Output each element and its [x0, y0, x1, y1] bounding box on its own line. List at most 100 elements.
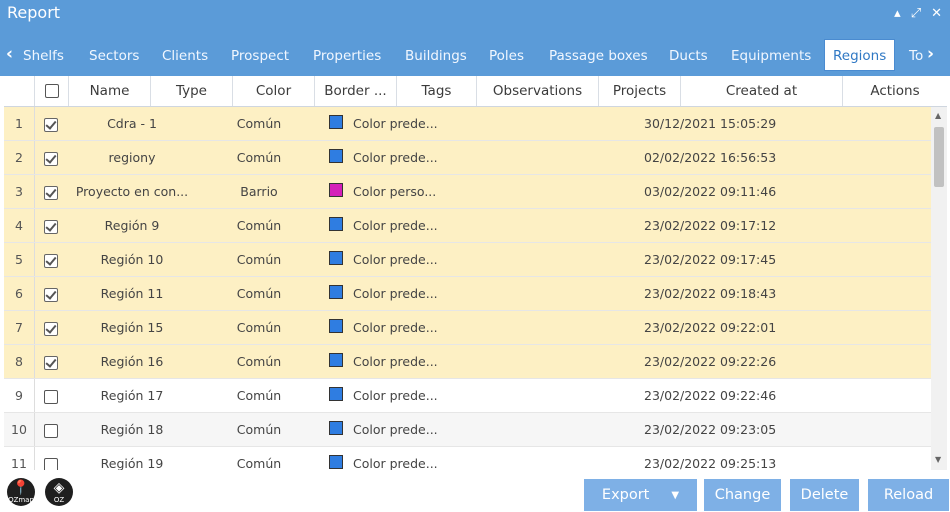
header-created-at[interactable]: Created at: [680, 76, 842, 106]
scroll-down-icon[interactable]: ▼: [935, 455, 941, 464]
table-row[interactable]: 8 Región 16 Común Color prede... 23/02/2…: [4, 345, 931, 379]
table-row[interactable]: 7 Región 15 Común Color prede... 23/02/2…: [4, 311, 931, 345]
border-color: Color prede...: [329, 311, 449, 344]
region-type: Común: [236, 150, 282, 165]
map-pin-icon: 📍: [12, 480, 30, 496]
row-checkbox[interactable]: [34, 447, 68, 470]
row-checkbox[interactable]: [34, 175, 68, 208]
header-observations[interactable]: Observations: [476, 76, 598, 106]
border-color: Color prede...: [329, 379, 449, 412]
title-bar: Report ▴ ⤢ ✕: [0, 0, 950, 30]
border-color: Color prede...: [329, 107, 449, 140]
header-row-number: [4, 76, 34, 106]
region-type: Común: [236, 286, 282, 301]
tab-clients[interactable]: Clients: [162, 48, 208, 64]
region-name: Región 19: [100, 456, 164, 470]
header-projects[interactable]: Projects: [598, 76, 680, 106]
tab-passage-boxes[interactable]: Passage boxes: [549, 48, 648, 64]
tab-sectors[interactable]: Sectors: [89, 48, 139, 64]
border-color: Color prede...: [329, 413, 449, 446]
table-row[interactable]: 6 Región 11 Común Color prede... 23/02/2…: [4, 277, 931, 311]
table-row[interactable]: 1 Cdra - 1 Común Color prede... 30/12/20…: [4, 107, 931, 141]
vertical-scrollbar[interactable]: ▲ ▼: [931, 107, 947, 470]
table-row[interactable]: 2 regiony Común Color prede... 02/02/202…: [4, 141, 931, 175]
region-name: Región 16: [100, 354, 164, 369]
created-at: 30/12/2021 15:05:29: [644, 116, 777, 131]
tab-equipments[interactable]: Equipments: [731, 48, 811, 64]
table-row[interactable]: 9 Región 17 Común Color prede... 23/02/2…: [4, 379, 931, 413]
footer: 📍 OZmap ◈ OZ Export ▼ Change Delete Reloa…: [0, 470, 950, 511]
reload-button[interactable]: Reload: [868, 479, 949, 511]
region-name: Región 9: [104, 218, 160, 233]
tab-prospect[interactable]: Prospect: [231, 48, 289, 64]
chevron-down-icon[interactable]: ▼: [671, 480, 679, 512]
created-at: 23/02/2022 09:22:46: [644, 388, 777, 403]
region-name: Región 11: [100, 286, 164, 301]
region-type: Común: [236, 388, 282, 403]
row-checkbox[interactable]: [34, 413, 68, 446]
tab-regions[interactable]: Regions: [824, 39, 896, 71]
row-checkbox[interactable]: [34, 209, 68, 242]
row-number: 10: [4, 413, 35, 446]
scroll-thumb[interactable]: [934, 127, 944, 187]
region-name: Región 15: [100, 320, 164, 335]
row-number: 1: [4, 107, 35, 140]
row-number: 6: [4, 277, 35, 310]
border-color: Color prede...: [329, 141, 449, 174]
header-name[interactable]: Name: [68, 76, 150, 106]
select-all-checkbox[interactable]: [44, 84, 59, 98]
created-at: 23/02/2022 09:22:26: [644, 354, 777, 369]
row-checkbox[interactable]: [34, 345, 68, 378]
header-select-all[interactable]: [34, 76, 68, 106]
region-type: Común: [236, 320, 282, 335]
export-button[interactable]: Export ▼: [584, 479, 697, 511]
region-name: regiony: [108, 150, 156, 165]
tab-buildings[interactable]: Buildings: [405, 48, 467, 64]
change-button[interactable]: Change: [704, 479, 781, 511]
tab-to[interactable]: To: [909, 48, 923, 64]
delete-button[interactable]: Delete: [790, 479, 859, 511]
header-type[interactable]: Type: [150, 76, 232, 106]
border-color: Color prede...: [329, 447, 449, 470]
ozmap-logo[interactable]: 📍 OZmap: [7, 478, 35, 506]
scroll-up-icon[interactable]: ▲: [935, 111, 941, 120]
region-type: Común: [236, 116, 282, 131]
header-actions: Actions: [842, 76, 947, 106]
table-row[interactable]: 3 Proyecto en con... Barrio Color perso.…: [4, 175, 931, 209]
tab-shelfs[interactable]: Shelfs: [23, 48, 64, 64]
row-checkbox[interactable]: [34, 311, 68, 344]
row-checkbox[interactable]: [34, 379, 68, 412]
border-color: Color prede...: [329, 209, 449, 242]
scroll-left-icon[interactable]: ‹: [6, 44, 13, 64]
header-border[interactable]: Border ...: [314, 76, 396, 106]
close-icon[interactable]: ✕: [931, 6, 942, 22]
tab-properties[interactable]: Properties: [313, 48, 381, 64]
row-checkbox[interactable]: [34, 107, 68, 140]
row-number: 2: [4, 141, 35, 174]
scroll-right-icon[interactable]: ›: [927, 44, 934, 64]
window-controls: ▴ ⤢ ✕: [894, 6, 942, 22]
row-checkbox[interactable]: [34, 243, 68, 276]
tab-poles[interactable]: Poles: [489, 48, 524, 64]
border-color: Color perso...: [329, 175, 449, 208]
maximize-icon[interactable]: ⤢: [911, 6, 921, 22]
row-number: 7: [4, 311, 35, 344]
created-at: 23/02/2022 09:18:43: [644, 286, 777, 301]
region-type: Común: [236, 252, 282, 267]
table-row[interactable]: 5 Región 10 Común Color prede... 23/02/2…: [4, 243, 931, 277]
region-type: Común: [236, 218, 282, 233]
tab-ducts[interactable]: Ducts: [669, 48, 708, 64]
oz-logo[interactable]: ◈ OZ: [45, 478, 73, 506]
header-tags[interactable]: Tags: [396, 76, 476, 106]
region-type: Común: [236, 422, 282, 437]
table-row[interactable]: 4 Región 9 Común Color prede... 23/02/20…: [4, 209, 931, 243]
created-at: 02/02/2022 16:56:53: [644, 150, 777, 165]
table-row[interactable]: 10 Región 18 Común Color prede... 23/02/…: [4, 413, 931, 447]
header-color[interactable]: Color: [232, 76, 314, 106]
row-checkbox[interactable]: [34, 277, 68, 310]
created-at: 23/02/2022 09:17:12: [644, 218, 777, 233]
row-checkbox[interactable]: [34, 141, 68, 174]
table-row[interactable]: 11 Región 19 Común Color prede... 23/02/…: [4, 447, 931, 470]
collapse-icon[interactable]: ▴: [894, 6, 901, 22]
row-number: 4: [4, 209, 35, 242]
